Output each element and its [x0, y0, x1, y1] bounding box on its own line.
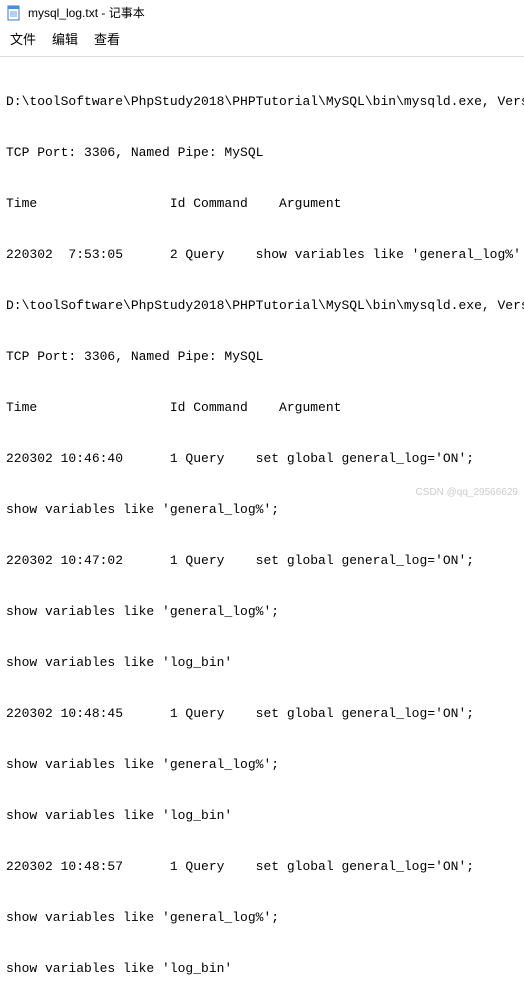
log-line: show variables like 'log_bin' [6, 960, 518, 977]
menubar: 文件 编辑 查看 [0, 23, 524, 57]
titlebar: mysql_log.txt - 记事本 [0, 0, 524, 23]
log-line: show variables like 'general_log%'; [6, 756, 518, 773]
log-line: show variables like 'general_log%'; [6, 603, 518, 620]
menu-view[interactable]: 查看 [94, 29, 120, 48]
log-line: 220302 10:48:45 1 Query set global gener… [6, 705, 518, 722]
log-line: D:\toolSoftware\PhpStudy2018\PHPTutorial… [6, 93, 518, 110]
log-line: show variables like 'general_log%'; [6, 909, 518, 926]
log-line: 220302 7:53:05 2 Query show variables li… [6, 246, 518, 263]
log-line: 220302 10:48:57 1 Query set global gener… [6, 858, 518, 875]
log-line: 220302 10:47:02 1 Query set global gener… [6, 552, 518, 569]
log-line: TCP Port: 3306, Named Pipe: MySQL [6, 144, 518, 161]
log-line: show variables like 'log_bin' [6, 807, 518, 824]
log-line: D:\toolSoftware\PhpStudy2018\PHPTutorial… [6, 297, 518, 314]
window-title: mysql_log.txt - 记事本 [28, 4, 145, 21]
log-line: Time Id Command Argument [6, 399, 518, 416]
log-line: Time Id Command Argument [6, 195, 518, 212]
text-content[interactable]: D:\toolSoftware\PhpStudy2018\PHPTutorial… [0, 57, 524, 1000]
notepad-icon [6, 5, 22, 21]
menu-edit[interactable]: 编辑 [52, 29, 78, 48]
log-line: 220302 10:46:40 1 Query set global gener… [6, 450, 518, 467]
menu-file[interactable]: 文件 [10, 29, 36, 48]
watermark: CSDN @qq_29566629 [416, 487, 518, 498]
log-line: TCP Port: 3306, Named Pipe: MySQL [6, 348, 518, 365]
log-line: show variables like 'log_bin' [6, 654, 518, 671]
log-line: show variables like 'general_log%'; [6, 501, 518, 518]
